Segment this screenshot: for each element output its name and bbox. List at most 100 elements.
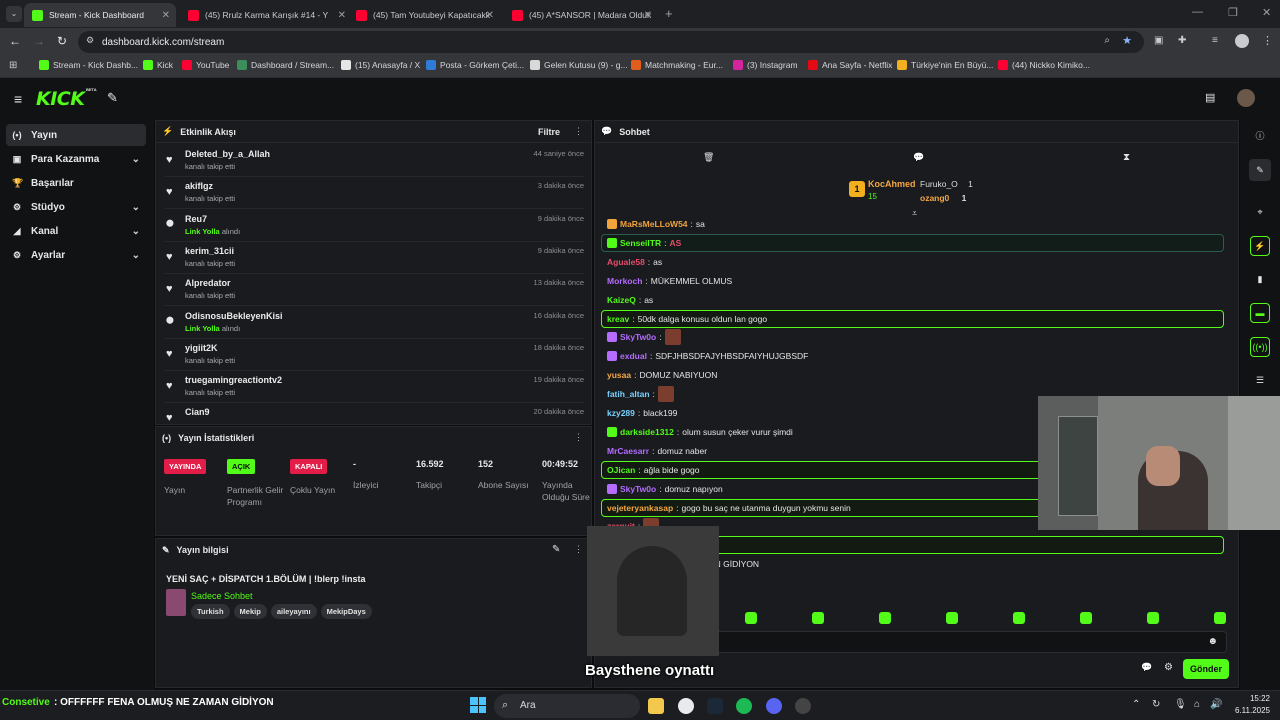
chat-username[interactable]: SenseiITR xyxy=(620,238,661,248)
chat-username[interactable]: MaRsMeLLoW54 xyxy=(620,219,688,229)
bookmark-item[interactable]: Kick xyxy=(143,60,173,70)
user-avatar[interactable] xyxy=(1237,89,1255,107)
sidebar-item[interactable]: (•) Yayın xyxy=(6,124,146,146)
minimize-icon[interactable]: — xyxy=(1192,6,1203,18)
info-menu-icon[interactable]: ⋮ xyxy=(574,544,583,555)
bookmark-item[interactable]: (15) Anasayfa / X xyxy=(341,60,420,70)
chevron-down-icon[interactable]: ⌄ xyxy=(132,202,140,213)
pen-icon[interactable]: ✎ xyxy=(1249,159,1271,181)
edit-icon[interactable]: ✎ xyxy=(552,544,560,555)
chat-mode-icon[interactable]: 💬 xyxy=(913,152,924,163)
chat-username[interactable]: SkyTw0o xyxy=(620,484,656,494)
chat-chat-icon[interactable]: 💬 xyxy=(1141,662,1152,673)
bookmark-item[interactable]: (44) Nickko Kimiko... xyxy=(998,60,1090,70)
filter-button[interactable]: Filtre xyxy=(538,127,560,137)
profile-avatar[interactable] xyxy=(1235,34,1249,48)
sidebar-item[interactable]: 🏆 Başarılar xyxy=(6,172,146,194)
tab-close-icon[interactable]: ✕ xyxy=(338,10,346,21)
stream-tag[interactable]: Turkish xyxy=(191,604,230,619)
bookmark-item[interactable]: (3) Instagram xyxy=(733,60,798,70)
gifter-2-name[interactable]: Furuko_O xyxy=(920,179,958,189)
stream-tag[interactable]: MekipDays xyxy=(320,604,372,619)
chat-input[interactable]: ☻ xyxy=(715,631,1227,653)
chat-settings-icon[interactable]: ⚙ xyxy=(1164,662,1173,673)
mic-icon[interactable]: 🎙 xyxy=(1174,699,1187,710)
site-info-icon[interactable]: ⚙ xyxy=(86,35,94,46)
bookmark-item[interactable]: Gelen Kutusu (9) - g... xyxy=(530,60,628,70)
chevron-down-icon[interactable]: ⌄ xyxy=(132,226,140,237)
chat-username[interactable]: darkside1312 xyxy=(620,427,674,437)
taskbar-search[interactable]: ⌕ Ara xyxy=(494,694,640,718)
bookmark-item[interactable]: Matchmaking - Eur... xyxy=(631,60,723,70)
hamburger-icon[interactable]: ≡ xyxy=(14,91,22,107)
steam-icon[interactable] xyxy=(707,698,723,714)
tab-close-icon[interactable]: ✕ xyxy=(162,10,170,21)
info-icon[interactable]: ⓘ xyxy=(1251,126,1269,144)
chat-username[interactable]: KaizeQ xyxy=(607,295,636,305)
chat-username[interactable]: kzy289 xyxy=(607,408,635,418)
chat-username[interactable]: fatih_altan xyxy=(607,389,650,399)
back-icon[interactable]: ← xyxy=(9,34,21,48)
tab-search-icon[interactable]: ⌄ xyxy=(6,6,22,22)
activity-username[interactable]: Cian9 xyxy=(185,407,210,417)
activity-username[interactable]: akiflgz xyxy=(185,181,213,191)
apps-icon[interactable]: ⊞ xyxy=(9,60,17,71)
emote-shortcut-icon[interactable] xyxy=(1013,612,1025,624)
bookmark-item[interactable]: Türkiye'nin En Büyü... xyxy=(897,60,993,70)
bookmark-item[interactable]: Dashboard / Stream... xyxy=(237,60,334,70)
stats-menu-icon[interactable]: ⋮ xyxy=(574,432,583,443)
bookmark-item[interactable]: Stream - Kick Dashb... xyxy=(39,60,138,70)
stream-tag[interactable]: aileyayını xyxy=(270,604,317,619)
send-button[interactable]: Gönder xyxy=(1183,659,1229,679)
discord-icon[interactable] xyxy=(766,698,782,714)
activity-username[interactable]: OdisnosuBekleyenKisi xyxy=(185,311,283,321)
stream-tag[interactable]: Mekip xyxy=(233,604,267,619)
browser-tab[interactable]: Stream - Kick Dashboard ✕ xyxy=(24,3,176,27)
emote-shortcut-icon[interactable] xyxy=(946,612,958,624)
chat-username[interactable]: kreav xyxy=(607,314,629,324)
emote-shortcut-icon[interactable] xyxy=(812,612,824,624)
chat-username[interactable]: vejeteryankasap xyxy=(607,503,673,513)
tray-chevron-icon[interactable]: ⌃ xyxy=(1132,699,1140,710)
browser-tab[interactable]: (45) Tam Youtubeyi Kapatıcakk ✕ xyxy=(348,3,500,27)
extension-icon[interactable]: ▣ xyxy=(1154,35,1163,46)
maximize-icon[interactable]: ❐ xyxy=(1228,6,1238,19)
sidebar-item[interactable]: ⚙ Ayarlar ⌄ xyxy=(6,244,146,266)
kick-logo[interactable]: KICK xyxy=(36,88,85,110)
spotify-icon[interactable] xyxy=(736,698,752,714)
activity-username[interactable]: truegamingreactiontv2 xyxy=(185,375,282,385)
sidebar-item[interactable]: ▣ Para Kazanma ⌄ xyxy=(6,148,146,170)
chat-rail-icon[interactable]: ▬ xyxy=(1250,303,1270,323)
activity-username[interactable]: Alpredator xyxy=(185,278,231,288)
bookmark-item[interactable]: Ana Sayfa - Netflix xyxy=(808,60,892,70)
volume-icon[interactable]: 🔊 xyxy=(1210,699,1222,710)
pin-icon[interactable]: ✎ xyxy=(107,90,118,106)
chrome-icon[interactable] xyxy=(678,698,694,714)
close-window-icon[interactable]: ✕ xyxy=(1262,6,1271,19)
activity-username[interactable]: Deleted_by_a_Allah xyxy=(185,149,270,159)
chat-username[interactable]: yusaa xyxy=(607,370,631,380)
zoom-icon[interactable]: ⌕ xyxy=(1104,35,1110,46)
bookmark-star-icon[interactable]: ★ xyxy=(1122,34,1132,47)
broadcast-icon[interactable]: ((•)) xyxy=(1250,337,1270,357)
gifter-3-name[interactable]: ozang0 xyxy=(920,193,949,203)
chevron-down-icon[interactable]: ⌄ xyxy=(132,250,140,261)
activity-username[interactable]: kerim_31cii xyxy=(185,246,234,256)
obs-icon[interactable] xyxy=(795,698,811,714)
puzzle-icon[interactable]: ✚ xyxy=(1178,35,1186,46)
emote-shortcut-icon[interactable] xyxy=(879,612,891,624)
emote-shortcut-icon[interactable] xyxy=(1147,612,1159,624)
chevron-down-icon[interactable]: ⌄ xyxy=(132,154,140,165)
chat-username[interactable]: MrCaesarr xyxy=(607,446,649,456)
quick-action-icon[interactable]: ⚡ xyxy=(1250,236,1270,256)
menu-icon[interactable]: ⋮ xyxy=(1262,34,1273,47)
hourglass-icon[interactable]: ⧗ xyxy=(1123,152,1130,163)
target-icon[interactable]: ⌖ xyxy=(1251,203,1269,221)
activity-username[interactable]: Reu7 xyxy=(185,214,207,224)
browser-tab[interactable]: (45) Rrulz Karma Karışık #14 - Y ✕ xyxy=(180,3,352,27)
chat-username[interactable]: OJican xyxy=(607,465,635,475)
tray-update-icon[interactable]: ↻ xyxy=(1152,699,1160,710)
chat-username[interactable]: SkyTw0o xyxy=(620,332,656,342)
network-icon[interactable]: ⌂ xyxy=(1194,699,1200,710)
tab-close-icon[interactable]: ✕ xyxy=(486,10,494,21)
